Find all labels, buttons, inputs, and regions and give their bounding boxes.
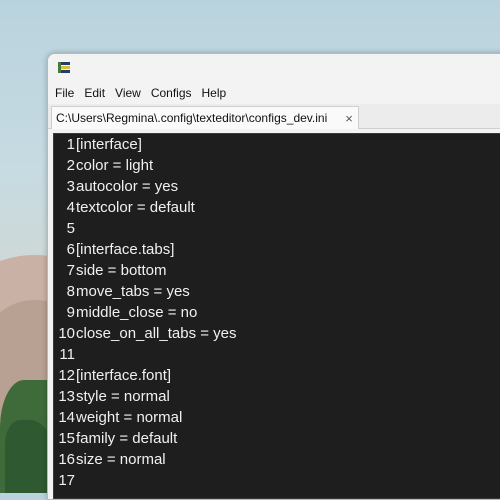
line-number: 15: [58, 430, 75, 447]
line-text[interactable]: size = normal: [75, 449, 166, 470]
line-text[interactable]: move_tabs = yes: [75, 281, 190, 302]
line-text[interactable]: style = normal: [75, 386, 170, 407]
line-text[interactable]: color = light: [75, 155, 153, 176]
line-text[interactable]: textcolor = default: [75, 197, 195, 218]
line-text[interactable]: close_on_all_tabs = yes: [75, 323, 237, 344]
line-text[interactable]: [interface.tabs]: [75, 239, 174, 260]
close-icon[interactable]: ×: [340, 111, 358, 126]
line-number: 16: [58, 451, 75, 468]
line-number: 12: [58, 367, 75, 384]
line-number: 1: [66, 136, 75, 153]
line-text[interactable]: middle_close = no: [75, 302, 197, 323]
line-number: 9: [66, 304, 75, 321]
line-number: 17: [58, 472, 75, 489]
line-text[interactable]: [75, 218, 76, 239]
line-text[interactable]: [75, 470, 76, 491]
line-text[interactable]: family = default: [75, 428, 177, 449]
line-number: 5: [66, 220, 75, 237]
editor-line[interactable]: 1 [interface]: [54, 134, 500, 155]
menu-file[interactable]: File: [50, 82, 79, 104]
line-text[interactable]: [interface]: [75, 134, 142, 155]
menu-edit[interactable]: Edit: [79, 82, 110, 104]
file-tab[interactable]: C:\Users\Regmina\.config\texteditor\conf…: [51, 106, 359, 129]
text-editor-window: File Edit View Configs Help C:\Users\Reg…: [47, 53, 500, 500]
line-number: 3: [66, 178, 75, 195]
tab-label: C:\Users\Regmina\.config\texteditor\conf…: [56, 111, 328, 125]
line-number: 13: [58, 388, 75, 405]
tab-bar: C:\Users\Regmina\.config\texteditor\conf…: [48, 104, 500, 129]
menu-view[interactable]: View: [110, 82, 146, 104]
title-bar[interactable]: [48, 54, 500, 82]
app-icon: [58, 62, 70, 73]
editor-line[interactable]: 2 color = light: [54, 155, 500, 176]
editor-line[interactable]: 5: [54, 218, 500, 239]
line-text[interactable]: [75, 344, 76, 365]
editor-line[interactable]: 7 side = bottom: [54, 260, 500, 281]
editor-line[interactable]: 9 middle_close = no: [54, 302, 500, 323]
line-text[interactable]: side = bottom: [75, 260, 166, 281]
line-number: 8: [66, 283, 75, 300]
editor-line[interactable]: 10 close_on_all_tabs = yes: [54, 323, 500, 344]
editor-line[interactable]: 11: [54, 344, 500, 365]
line-text[interactable]: autocolor = yes: [75, 176, 178, 197]
editor-line[interactable]: 4 textcolor = default: [54, 197, 500, 218]
editor-line[interactable]: 13 style = normal: [54, 386, 500, 407]
editor-line[interactable]: 14 weight = normal: [54, 407, 500, 428]
editor-line[interactable]: 17: [54, 470, 500, 491]
editor-line[interactable]: 15 family = default: [54, 428, 500, 449]
menu-help[interactable]: Help: [197, 82, 232, 104]
line-text[interactable]: weight = normal: [75, 407, 182, 428]
code-editor[interactable]: 1 [interface] 2 color = light 3 autocolor = y…: [53, 133, 500, 499]
menu-bar: File Edit View Configs Help: [48, 82, 500, 104]
line-number: 7: [66, 262, 75, 279]
editor-line[interactable]: 6 [interface.tabs]: [54, 239, 500, 260]
editor-line[interactable]: 8 move_tabs = yes: [54, 281, 500, 302]
line-number: 6: [66, 241, 75, 258]
line-text[interactable]: [interface.font]: [75, 365, 171, 386]
line-number: 4: [66, 199, 75, 216]
editor-line[interactable]: 16 size = normal: [54, 449, 500, 470]
editor-line[interactable]: 3 autocolor = yes: [54, 176, 500, 197]
line-number: 11: [59, 346, 75, 363]
line-number: 10: [58, 325, 75, 342]
line-number: 14: [58, 409, 75, 426]
menu-configs[interactable]: Configs: [146, 82, 197, 104]
editor-line[interactable]: 12 [interface.font]: [54, 365, 500, 386]
line-number: 2: [66, 157, 75, 174]
